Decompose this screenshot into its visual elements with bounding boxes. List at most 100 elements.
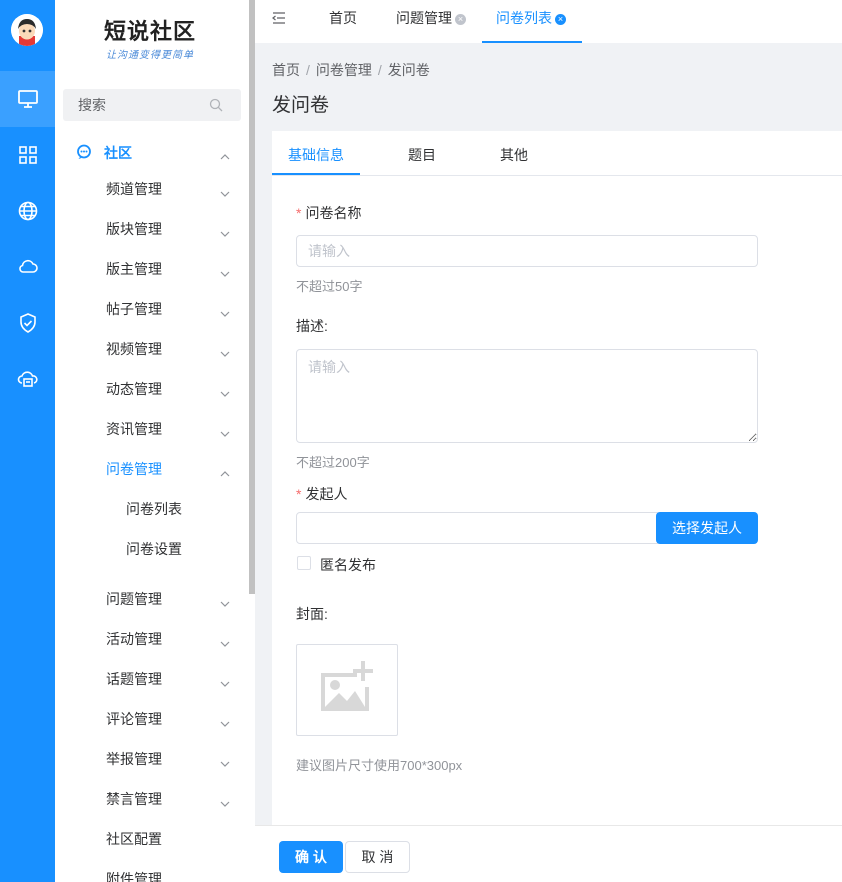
menu-item-label: 问题管理 bbox=[106, 591, 162, 607]
form-card: 基础信息 题目 其他 *问卷名称 不超过50字 描述: 不超过200字 *发起人… bbox=[272, 131, 842, 825]
form-tab-underline bbox=[272, 173, 360, 175]
breadcrumb-survey-manage[interactable]: 问卷管理 bbox=[316, 62, 372, 78]
tab-basic-info[interactable]: 基础信息 bbox=[288, 145, 344, 165]
menu-item[interactable]: 版主管理 bbox=[55, 249, 245, 289]
chevron-down-icon bbox=[220, 304, 230, 320]
submenu-item[interactable]: 问卷设置 bbox=[55, 529, 245, 569]
menu-item[interactable]: 帖子管理 bbox=[55, 289, 245, 329]
search-input[interactable] bbox=[63, 89, 203, 121]
menu-item-label: 活动管理 bbox=[106, 631, 162, 647]
menu-item[interactable]: 附件管理 bbox=[55, 859, 245, 882]
survey-name-input[interactable] bbox=[296, 235, 758, 267]
chevron-down-icon bbox=[220, 224, 230, 240]
search-icon[interactable] bbox=[209, 98, 223, 115]
form-tabs: 基础信息 题目 其他 bbox=[272, 131, 842, 176]
breadcrumb: 首页 / 问卷管理 / 发问卷 bbox=[272, 62, 430, 78]
page-title: 发问卷 bbox=[272, 95, 330, 116]
initiator-label-text: 发起人 bbox=[305, 486, 348, 502]
menu-community-label: 社区 bbox=[104, 145, 132, 161]
menu-item-label: 版主管理 bbox=[106, 261, 162, 277]
initiator-input[interactable] bbox=[296, 512, 658, 544]
image-add-icon bbox=[317, 659, 377, 722]
survey-name-label-text: 问卷名称 bbox=[305, 205, 362, 221]
cancel-button[interactable]: 取 消 bbox=[345, 841, 410, 873]
menu-item-label: 禁言管理 bbox=[106, 791, 162, 807]
menu-item[interactable]: 活动管理 bbox=[55, 619, 245, 659]
anonymous-checkbox[interactable] bbox=[297, 556, 311, 570]
chevron-down-icon bbox=[220, 714, 230, 730]
menu-item-label: 话题管理 bbox=[106, 671, 162, 687]
tab-survey-list[interactable]: 问卷列表 × bbox=[496, 0, 566, 43]
tab-home-label: 首页 bbox=[329, 10, 357, 26]
grid-icon[interactable] bbox=[0, 127, 55, 183]
avatar[interactable] bbox=[11, 14, 43, 46]
menu-item-label: 附件管理 bbox=[106, 871, 162, 882]
tab-other[interactable]: 其他 bbox=[500, 145, 528, 165]
chevron-up-icon bbox=[220, 464, 230, 480]
menu-item[interactable]: 动态管理 bbox=[55, 369, 245, 409]
cloud-icon[interactable] bbox=[0, 239, 55, 295]
menu-item[interactable]: 举报管理 bbox=[55, 739, 245, 779]
menu-item[interactable]: 评论管理 bbox=[55, 699, 245, 739]
chevron-down-icon bbox=[220, 424, 230, 440]
cover-label: 封面: bbox=[296, 606, 328, 622]
chevron-down-icon bbox=[220, 754, 230, 770]
chevron-down-icon bbox=[220, 384, 230, 400]
tab-questions[interactable]: 题目 bbox=[408, 145, 436, 165]
menu-item[interactable]: 禁言管理 bbox=[55, 779, 245, 819]
menu-item-label: 问卷列表 bbox=[126, 501, 182, 517]
select-initiator-button[interactable]: 选择发起人 bbox=[656, 512, 758, 544]
cloud-printer-icon[interactable] bbox=[0, 351, 55, 407]
form-footer: 确 认 取 消 bbox=[255, 825, 842, 882]
search-box bbox=[63, 89, 241, 121]
tab-bar: 首页 问题管理 × 问卷列表 × bbox=[255, 0, 842, 43]
menu-item[interactable]: 版块管理 bbox=[55, 209, 245, 249]
chevron-down-icon bbox=[220, 264, 230, 280]
brand-title: 短说社区 bbox=[103, 19, 196, 45]
description-label: 描述: bbox=[296, 318, 328, 334]
chevron-down-icon bbox=[220, 344, 230, 360]
close-icon[interactable]: × bbox=[455, 14, 466, 25]
breadcrumb-current: 发问卷 bbox=[387, 62, 430, 78]
active-tab-underline bbox=[482, 41, 582, 43]
globe-icon[interactable] bbox=[0, 183, 55, 239]
chevron-down-icon bbox=[220, 184, 230, 200]
chevron-down-icon bbox=[220, 794, 230, 810]
menu-item-label: 资讯管理 bbox=[106, 421, 162, 437]
cover-uploader[interactable] bbox=[296, 644, 398, 736]
chat-bubble-icon bbox=[76, 144, 92, 163]
close-icon[interactable]: × bbox=[555, 14, 566, 25]
anonymous-label[interactable]: 匿名发布 bbox=[320, 555, 376, 575]
menu-fold-icon[interactable] bbox=[272, 11, 286, 28]
menu-community[interactable]: 社区 bbox=[55, 132, 245, 172]
menu-item[interactable]: 问卷管理 bbox=[55, 449, 245, 489]
menu-item[interactable]: 话题管理 bbox=[55, 659, 245, 699]
initiator-label: * 发起人 bbox=[296, 486, 348, 502]
submenu-item[interactable]: 问卷列表 bbox=[55, 489, 245, 529]
menu-item-label: 评论管理 bbox=[106, 711, 162, 727]
survey-name-hint: 不超过50字 bbox=[296, 279, 363, 294]
tab-home[interactable]: 首页 bbox=[329, 0, 357, 43]
menu-item[interactable]: 社区配置 bbox=[55, 819, 245, 859]
cover-hint: 建议图片尺寸使用700*300px bbox=[296, 758, 463, 773]
menu-item-label: 版块管理 bbox=[106, 221, 162, 237]
description-textarea[interactable] bbox=[296, 349, 758, 443]
chevron-down-icon bbox=[220, 594, 230, 610]
menu-item[interactable]: 资讯管理 bbox=[55, 409, 245, 449]
confirm-button[interactable]: 确 认 bbox=[279, 841, 343, 873]
monitor-icon[interactable] bbox=[0, 71, 55, 127]
survey-name-label: * 问卷名称 bbox=[296, 205, 362, 221]
shield-check-icon[interactable] bbox=[0, 295, 55, 351]
menu-item-label: 频道管理 bbox=[106, 181, 162, 197]
sidebar-scrollbar[interactable] bbox=[249, 0, 255, 594]
menu-item[interactable]: 频道管理 bbox=[55, 169, 245, 209]
tab-question-manage[interactable]: 问题管理 × bbox=[396, 0, 466, 43]
description-hint: 不超过200字 bbox=[296, 455, 370, 470]
chevron-down-icon bbox=[220, 674, 230, 690]
chevron-up-icon bbox=[220, 147, 230, 163]
brand-subtitle: 让沟通变得更简单 bbox=[106, 50, 194, 61]
breadcrumb-home[interactable]: 首页 bbox=[272, 62, 300, 78]
menu-item[interactable]: 问题管理 bbox=[55, 579, 245, 619]
menu-item[interactable]: 视频管理 bbox=[55, 329, 245, 369]
menu-item-label: 视频管理 bbox=[106, 341, 162, 357]
